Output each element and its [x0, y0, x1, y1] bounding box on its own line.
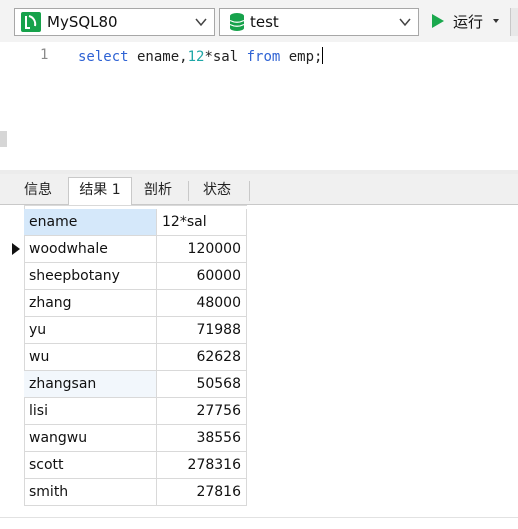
cell-sal[interactable]: 278316 — [157, 452, 247, 479]
tab-separator — [249, 181, 250, 201]
connection-select[interactable]: MySQL80 — [14, 8, 215, 36]
code-part: ename, — [128, 49, 188, 65]
table-row[interactable]: sheepbotany 60000 — [0, 263, 250, 290]
database-select[interactable]: test — [219, 8, 419, 36]
table-row[interactable]: wangwu 38556 — [0, 425, 250, 452]
cell-ename[interactable]: sheepbotany — [24, 263, 157, 290]
result-grid: ename 12*sal woodwhale 120000 sheepbotan… — [0, 205, 518, 529]
tab-profile[interactable]: 剖析 — [133, 177, 183, 204]
connection-label: MySQL80 — [47, 13, 118, 31]
tab-status[interactable]: 状态 — [190, 177, 244, 204]
cell-ename[interactable]: smith — [24, 479, 157, 506]
code-number: 12 — [187, 49, 205, 65]
run-dropdown-icon[interactable] — [493, 19, 499, 23]
cell-ename[interactable]: zhangsan — [24, 371, 157, 398]
header-row: ename 12*sal — [0, 209, 250, 236]
play-icon — [432, 14, 444, 28]
result-tabs: 信息 结果 1 剖析 状态 — [0, 174, 518, 205]
connection-icon — [21, 12, 41, 32]
cell-sal[interactable]: 50568 — [157, 371, 247, 398]
toolbar: MySQL80 test 运行 — [0, 0, 518, 42]
cell-sal[interactable]: 27756 — [157, 398, 247, 425]
cell-ename[interactable]: yu — [24, 317, 157, 344]
table-row[interactable]: yu 71988 — [0, 317, 250, 344]
column-header-sal[interactable]: 12*sal — [157, 209, 247, 236]
table-row[interactable]: woodwhale 120000 — [0, 236, 250, 263]
chevron-down-icon[interactable] — [398, 15, 412, 29]
table-row[interactable]: wu 62628 — [0, 344, 250, 371]
cell-ename[interactable]: lisi — [24, 398, 157, 425]
code-part: *sal — [204, 49, 247, 65]
table-row[interactable]: zhang 48000 — [0, 290, 250, 317]
sql-code[interactable]: select ename,12*sal from emp; — [78, 47, 324, 65]
cell-sal[interactable]: 38556 — [157, 425, 247, 452]
row-indicator-icon — [12, 243, 20, 255]
keyword-from: from — [246, 49, 281, 65]
toolbar-edge — [510, 8, 518, 36]
cell-sal[interactable]: 27816 — [157, 479, 247, 506]
sql-editor[interactable]: 1 select ename,12*sal from emp; — [0, 42, 518, 170]
database-icon — [229, 13, 245, 31]
status-divider — [0, 517, 518, 518]
code-part: emp; — [280, 49, 323, 65]
cell-ename[interactable]: scott — [24, 452, 157, 479]
text-caret — [322, 47, 324, 64]
cell-ename[interactable]: wu — [24, 344, 157, 371]
tab-result-1[interactable]: 结果 1 — [68, 177, 132, 205]
cell-sal[interactable]: 60000 — [157, 263, 247, 290]
cell-ename[interactable]: woodwhale — [24, 236, 157, 263]
tab-info[interactable]: 信息 — [10, 177, 66, 204]
cell-sal[interactable]: 71988 — [157, 317, 247, 344]
tab-separator — [188, 181, 189, 201]
table-row[interactable]: zhangsan 50568 — [0, 371, 250, 398]
database-label: test — [250, 13, 279, 31]
line-number: 1 — [40, 47, 49, 63]
chevron-down-icon[interactable] — [194, 15, 208, 29]
table-row[interactable]: lisi 27756 — [0, 398, 250, 425]
editor-gutter-mark — [0, 131, 7, 147]
table-row[interactable]: scott 278316 — [0, 452, 250, 479]
cell-sal[interactable]: 120000 — [157, 236, 247, 263]
cell-ename[interactable]: zhang — [24, 290, 157, 317]
cell-sal[interactable]: 62628 — [157, 344, 247, 371]
keyword-select: select — [78, 49, 129, 65]
table-row[interactable]: smith 27816 — [0, 479, 250, 506]
column-header-ename[interactable]: ename — [24, 209, 157, 236]
cell-sal[interactable]: 48000 — [157, 290, 247, 317]
grid-border — [24, 205, 247, 206]
run-label: 运行 — [453, 13, 484, 31]
cell-ename[interactable]: wangwu — [24, 425, 157, 452]
run-button[interactable]: 运行 — [430, 11, 505, 33]
